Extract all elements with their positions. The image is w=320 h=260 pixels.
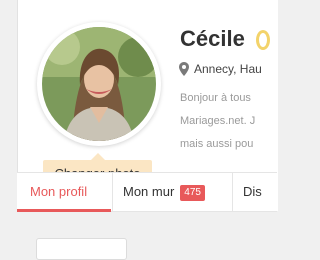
location-text: Annecy, Hau xyxy=(194,62,262,76)
tab-mon-profil[interactable]: Mon profil xyxy=(17,173,111,212)
profile-name: Cécile xyxy=(180,26,245,51)
name-decoration-icon xyxy=(256,30,270,50)
content-box xyxy=(36,238,127,260)
avatar[interactable] xyxy=(37,22,161,146)
bio-line: Mariages.net. J xyxy=(180,115,256,127)
profile-location: Annecy, Hau xyxy=(179,62,262,79)
tooltip-arrow xyxy=(91,153,105,160)
avatar-photo[interactable] xyxy=(42,27,156,141)
bio-line: Bonjour à tous xyxy=(180,92,251,104)
avatar-image xyxy=(42,27,156,141)
tab-mon-mur[interactable]: Mon mur 475 xyxy=(112,173,232,211)
tab-dis[interactable]: Dis xyxy=(232,173,282,211)
tab-label: Mon mur xyxy=(123,184,175,199)
profile-tabs: Mon profil Mon mur 475 Dis xyxy=(17,172,277,212)
wall-count-badge: 475 xyxy=(180,185,205,201)
bio-line: mais aussi pou xyxy=(180,138,254,150)
tab-label: Dis xyxy=(243,184,262,199)
map-pin-icon xyxy=(179,62,189,79)
tab-label: Mon profil xyxy=(30,184,88,199)
